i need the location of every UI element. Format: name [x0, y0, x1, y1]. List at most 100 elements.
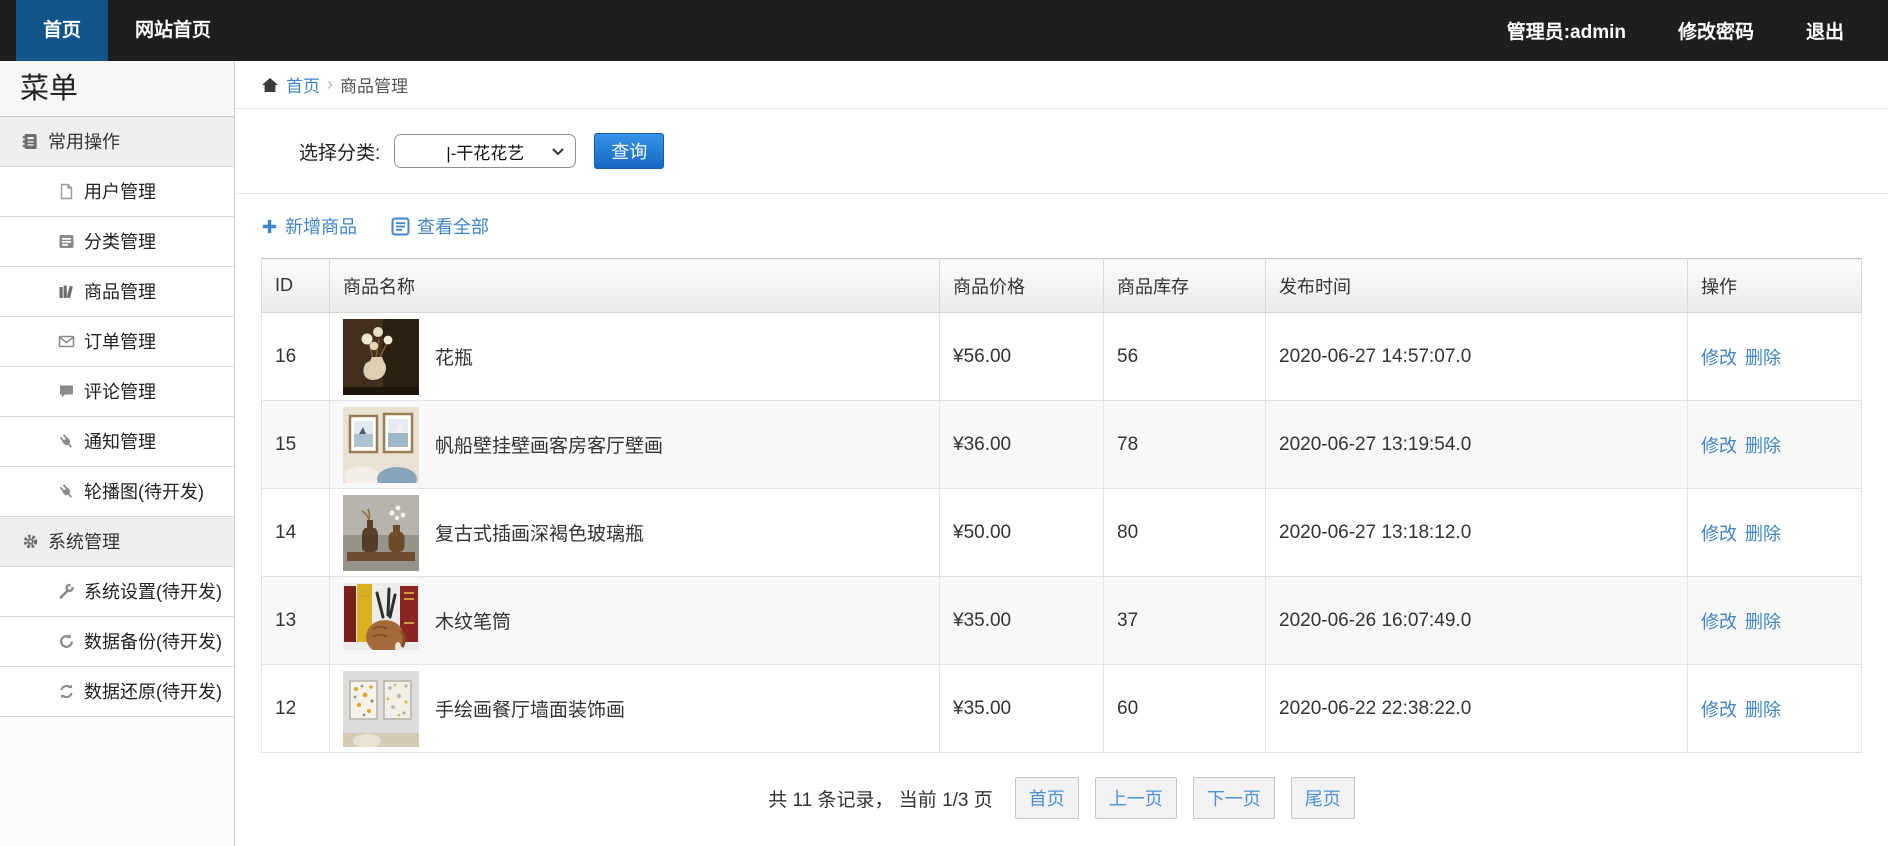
sidebar-item-label: 商品管理: [84, 281, 156, 302]
product-publish-time: 2020-06-27 13:19:54.0: [1265, 400, 1688, 489]
add-product-label: 新增商品: [285, 217, 357, 237]
product-price: ¥50.00: [939, 488, 1104, 577]
product-name: 帆船壁挂壁画客房客厅壁画: [435, 436, 664, 457]
sidebar-item-label: 订单管理: [84, 331, 156, 352]
table-header-row: ID 商品名称 商品价格 商品库存 发布时间 操作: [261, 258, 1862, 313]
breadcrumb-current: 商品管理: [340, 77, 408, 96]
product-thumbnail: [343, 494, 419, 571]
sidebar-item[interactable]: 评论管理: [0, 367, 234, 417]
product-publish-time: 2020-06-27 13:18:12.0: [1265, 488, 1688, 577]
product-name: 复古式插画深褐色玻璃瓶: [435, 524, 645, 545]
delete-link[interactable]: 删除: [1745, 700, 1781, 720]
redo-icon: [58, 633, 75, 650]
product-name: 手绘画餐厅墙面装饰画: [435, 700, 626, 721]
delete-link[interactable]: 删除: [1745, 348, 1781, 368]
edit-link[interactable]: 修改: [1701, 436, 1737, 456]
comment-icon: [58, 383, 75, 400]
sidebar-item[interactable]: 轮播图(待开发): [0, 467, 234, 517]
product-stock: 80: [1103, 488, 1266, 577]
product-publish-time: 2020-06-22 22:38:22.0: [1265, 664, 1688, 753]
sidebar-title: 菜单: [0, 61, 234, 117]
change-password-link[interactable]: 修改密码: [1678, 17, 1754, 44]
breadcrumb-separator-icon: ›: [327, 74, 333, 94]
sidebar-item-label: 系统设置(待开发): [84, 581, 222, 602]
product-price: ¥35.00: [939, 576, 1104, 665]
sidebar-item[interactable]: 系统设置(待开发): [0, 567, 234, 617]
sidebar-item-label: 用户管理: [84, 181, 156, 202]
edit-link[interactable]: 修改: [1701, 348, 1737, 368]
sidebar-item[interactable]: 数据还原(待开发): [0, 667, 234, 717]
product-stock: 60: [1103, 664, 1266, 753]
edit-link[interactable]: 修改: [1701, 612, 1737, 632]
product-price: ¥35.00: [939, 664, 1104, 753]
sidebar: 菜单 常用操作用户管理分类管理商品管理订单管理评论管理通知管理轮播图(待开发) 系…: [0, 61, 235, 846]
header-operations: 操作: [1687, 258, 1862, 313]
product-stock: 78: [1103, 400, 1266, 489]
view-all-link[interactable]: 查看全部: [391, 213, 489, 239]
header-stock: 商品库存: [1103, 258, 1266, 313]
product-id: 13: [261, 576, 330, 665]
wrench-icon: [58, 583, 75, 600]
category-select[interactable]: |-干花花艺: [394, 134, 577, 168]
header-publish-time: 发布时间: [1265, 258, 1688, 313]
header-product-name: 商品名称: [329, 258, 940, 313]
pagination-summary: 共 11 条记录， 当前 1/3 页: [768, 789, 993, 811]
product-id: 15: [261, 400, 330, 489]
sidebar-item-label: 评论管理: [84, 381, 156, 402]
sidebar-item-label: 轮播图(待开发): [84, 481, 204, 502]
books-icon: [58, 283, 75, 300]
table-row: 14 复古式插画深褐色玻璃瓶 ¥50.00 80 2020-06-27 13:1…: [261, 488, 1862, 577]
sidebar-group-common[interactable]: 常用操作: [0, 117, 234, 167]
sidebar-group-label: 系统管理: [48, 531, 120, 552]
delete-link[interactable]: 删除: [1745, 436, 1781, 456]
sidebar-item[interactable]: 数据备份(待开发): [0, 617, 234, 667]
sidebar-item[interactable]: 分类管理: [0, 217, 234, 267]
delete-link[interactable]: 删除: [1745, 612, 1781, 632]
product-id: 12: [261, 664, 330, 753]
product-stock: 37: [1103, 576, 1266, 665]
navbar-tab-site-home[interactable]: 网站首页: [108, 0, 238, 61]
product-table: ID 商品名称 商品价格 商品库存 发布时间 操作 16 花瓶 ¥56.00 5…: [261, 258, 1862, 753]
sidebar-item[interactable]: 通知管理: [0, 417, 234, 467]
admin-user-label: 管理员:admin: [1506, 22, 1626, 43]
pagination-first-button[interactable]: 首页: [1014, 777, 1079, 819]
sidebar-item[interactable]: 订单管理: [0, 317, 234, 367]
sidebar-menu: 常用操作用户管理分类管理商品管理订单管理评论管理通知管理轮播图(待开发) 系统管理…: [0, 117, 234, 717]
file-icon: [58, 183, 75, 200]
header-id: ID: [261, 258, 330, 313]
edit-link[interactable]: 修改: [1701, 700, 1737, 720]
search-button[interactable]: 查询: [594, 133, 665, 169]
pagination-prev-button[interactable]: 上一页: [1094, 777, 1177, 819]
sidebar-item-label: 数据备份(待开发): [84, 631, 222, 652]
sidebar-item[interactable]: 商品管理: [0, 267, 234, 317]
sidebar-group-system[interactable]: 系统管理: [0, 517, 234, 567]
product-id: 14: [261, 488, 330, 577]
plug-icon: [58, 433, 75, 450]
add-product-link[interactable]: 新增商品: [261, 213, 357, 239]
view-all-label: 查看全部: [417, 217, 489, 237]
edit-link[interactable]: 修改: [1701, 524, 1737, 544]
pagination-last-button[interactable]: 尾页: [1290, 777, 1355, 819]
sidebar-item[interactable]: 用户管理: [0, 167, 234, 217]
product-price: ¥56.00: [939, 312, 1104, 401]
delete-link[interactable]: 删除: [1745, 524, 1781, 544]
chevron-down-icon: [552, 148, 564, 156]
product-publish-time: 2020-06-26 16:07:49.0: [1265, 576, 1688, 665]
address-book-icon: [22, 133, 39, 150]
table-row: 15 帆船壁挂壁画客房客厅壁画 ¥36.00 78 2020-06-27 13:…: [261, 400, 1862, 489]
navbar-tabs: 首页 网站首页: [16, 0, 238, 61]
navbar-tab-home[interactable]: 首页: [16, 0, 109, 61]
product-id: 16: [261, 312, 330, 401]
table-row: 13 木纹笔筒 ¥35.00 37 2020-06-26 16:07:49.0 …: [261, 576, 1862, 665]
gear-icon: [22, 533, 39, 550]
product-thumbnail: [343, 670, 419, 747]
category-filter-label: 选择分类:: [299, 142, 381, 164]
table-row: 12 手绘画餐厅墙面装饰画 ¥35.00 60 2020-06-22 22:38…: [261, 664, 1862, 753]
pagination-next-button[interactable]: 下一页: [1192, 777, 1275, 819]
envelope-icon: [58, 333, 75, 350]
product-thumbnail: [343, 406, 419, 483]
product-table-body: 16 花瓶 ¥56.00 56 2020-06-27 14:57:07.0 修改…: [261, 312, 1862, 753]
breadcrumb-home-link[interactable]: 首页: [286, 72, 320, 97]
logout-link[interactable]: 退出: [1806, 17, 1844, 44]
plug-icon: [58, 483, 75, 500]
